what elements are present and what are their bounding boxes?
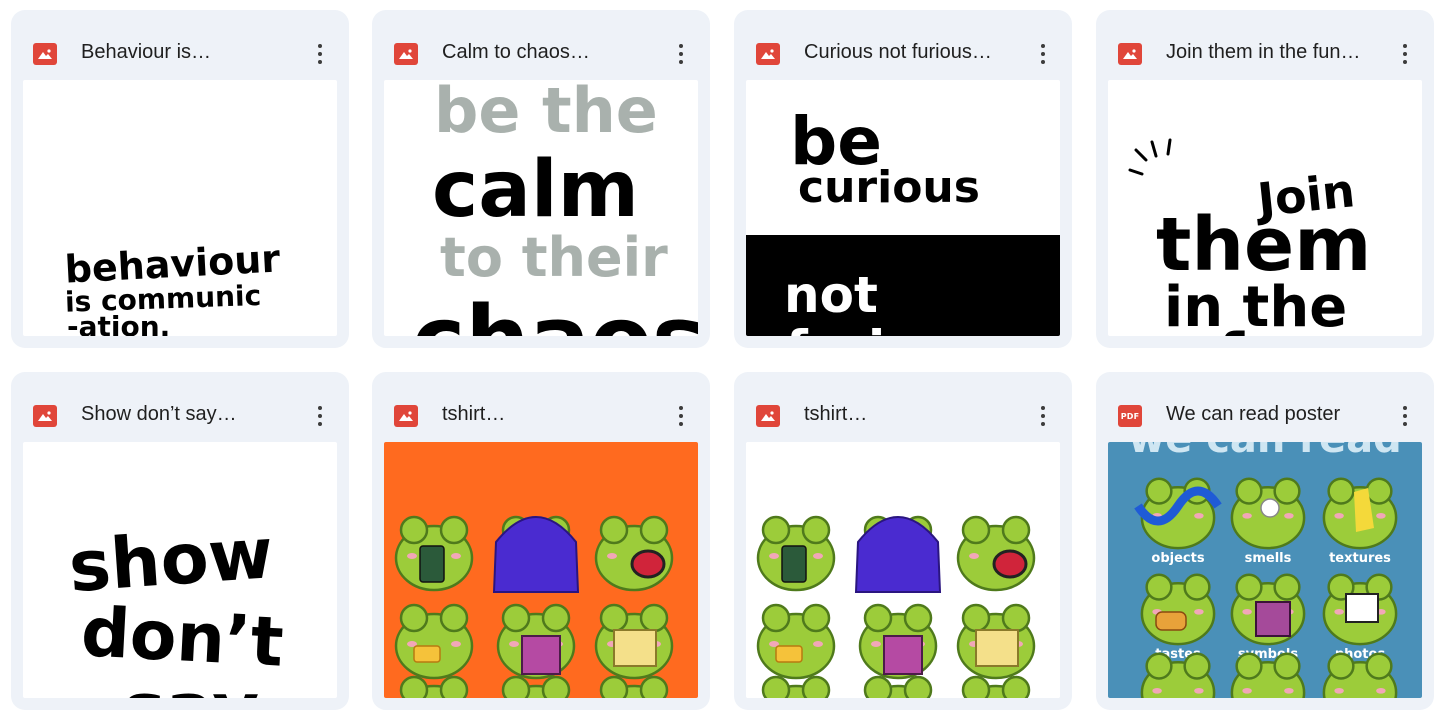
file-thumbnail[interactable]	[384, 442, 698, 698]
file-card-show[interactable]: Show don’t say… show don’t say	[11, 372, 349, 710]
poster-title: we can read	[1128, 442, 1402, 462]
file-thumbnail[interactable]: we can read objectssmellstexturestastess…	[1108, 442, 1422, 698]
frog-sticker	[394, 515, 474, 592]
frog-sticker	[594, 603, 674, 680]
frog-sticker	[1230, 573, 1306, 646]
file-title: Show don’t say…	[81, 403, 237, 425]
poster-label: smells	[1245, 551, 1292, 566]
file-thumbnail[interactable]: behaviour is communic -ation.	[23, 80, 337, 336]
file-title: tshirt…	[804, 403, 868, 425]
file-thumbnail[interactable]: Join them in the fun	[1108, 80, 1422, 336]
more-options-icon[interactable]	[668, 402, 694, 430]
image-file-icon	[394, 405, 418, 427]
frog-sticker	[1140, 573, 1216, 646]
file-title: Curious not furious…	[804, 41, 992, 63]
file-card-behaviour[interactable]: Behaviour is… behaviour is communic -ati…	[11, 10, 349, 348]
file-title: tshirt…	[442, 403, 506, 425]
more-options-icon[interactable]	[1030, 40, 1056, 68]
preview-text-line: not	[784, 266, 878, 324]
frog-sticker	[956, 603, 1036, 680]
image-file-icon	[394, 43, 418, 65]
file-thumbnail[interactable]: show don’t say	[23, 442, 337, 698]
frog-sticker	[594, 515, 674, 592]
file-card-calm[interactable]: Calm to chaos… be the calm to their chao…	[372, 10, 710, 348]
frog-sticker	[756, 603, 836, 680]
frog-sticker	[496, 603, 576, 680]
preview-text-line: fun	[1218, 321, 1330, 336]
preview-text-line: curious	[798, 162, 980, 213]
poster-label: objects	[1151, 551, 1204, 566]
file-card-tshirt-white[interactable]: tshirt…	[734, 372, 1072, 710]
preview-text-line: furious	[786, 320, 985, 336]
file-title: Behaviour is…	[81, 41, 212, 63]
preview-text-line: chaos	[412, 287, 698, 336]
pdf-file-icon: PDF	[1118, 405, 1142, 427]
image-file-icon	[756, 43, 780, 65]
preview-text-line: be the	[434, 80, 658, 147]
frog-sticker	[854, 515, 942, 593]
poster-label: textures	[1329, 551, 1391, 566]
file-title: We can read poster	[1166, 403, 1341, 425]
image-file-icon	[33, 405, 57, 427]
file-card-we-can-read[interactable]: PDF We can read poster we can read objec…	[1096, 372, 1434, 710]
frog-sticker	[756, 515, 836, 592]
file-thumbnail[interactable]: be curious not furious	[746, 80, 1060, 336]
preview-text-line: say	[123, 667, 259, 698]
image-file-icon	[1118, 43, 1142, 65]
burst-lines	[1128, 138, 1172, 176]
frog-sticker	[956, 515, 1036, 592]
preview-text-line: calm	[432, 145, 639, 235]
more-options-icon[interactable]	[668, 40, 694, 68]
image-file-icon	[756, 405, 780, 427]
more-options-icon[interactable]	[1392, 40, 1418, 68]
frog-sticker	[492, 515, 580, 593]
frog-sticker	[394, 603, 474, 680]
frog-sticker	[1322, 477, 1398, 550]
frog-sticker	[1322, 573, 1398, 646]
file-thumbnail[interactable]	[746, 442, 1060, 698]
frog-sticker	[1230, 477, 1306, 550]
more-options-icon[interactable]	[1392, 402, 1418, 430]
file-card-tshirt-orange[interactable]: tshirt…	[372, 372, 710, 710]
image-file-icon	[33, 43, 57, 65]
frog-sticker	[858, 603, 938, 680]
preview-text-line: to their	[440, 226, 668, 289]
file-thumbnail[interactable]: be the calm to their chaos	[384, 80, 698, 336]
file-title: Join them in the fun…	[1166, 41, 1361, 63]
more-options-icon[interactable]	[1030, 402, 1056, 430]
more-options-icon[interactable]	[307, 40, 333, 68]
file-card-join[interactable]: Join them in the fun… Join them in the f…	[1096, 10, 1434, 348]
frog-sticker	[1134, 477, 1222, 550]
preview-text-line: -ation.	[67, 310, 170, 336]
file-title: Calm to chaos…	[442, 41, 590, 63]
more-options-icon[interactable]	[307, 402, 333, 430]
file-card-curious[interactable]: Curious not furious… be curious not furi…	[734, 10, 1072, 348]
